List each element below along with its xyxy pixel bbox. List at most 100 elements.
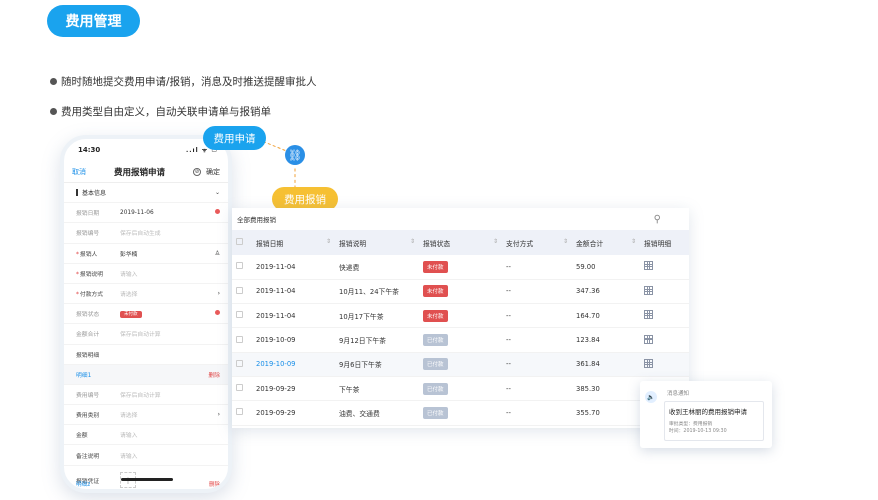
status-badge: 未付款 xyxy=(120,310,142,318)
col-header[interactable]: 报销状态 ⇕ xyxy=(419,230,502,255)
delete-detail-button[interactable]: 删除 xyxy=(208,370,220,379)
reimbursement-table-panel: 全部费用报销 ⚲ 报销日期 ⇕ 报销说明 ⇕ 报销状态 ⇕ 支付方式 ⇕ 金额合计 ⇕ 报… xyxy=(232,208,689,428)
cell-detail[interactable] xyxy=(640,255,689,280)
col-header[interactable]: 报销说明 ⇕ xyxy=(335,230,419,255)
notification-time: 时间：2019-10-13 09:30 xyxy=(669,429,727,434)
cell-detail[interactable] xyxy=(640,352,689,377)
field-reimburser[interactable]: *报销人 彭华楠 ♙ xyxy=(64,244,228,264)
sort-icon: ⇕ xyxy=(562,237,568,245)
cell-status: 已付款 xyxy=(419,352,502,377)
field-value: 请选择 xyxy=(120,292,138,299)
filter-label[interactable]: 全部费用报销 xyxy=(237,214,276,224)
field-label: 备注说明 xyxy=(76,453,100,460)
checkbox[interactable] xyxy=(236,311,243,319)
row-select-cell[interactable] xyxy=(232,279,252,305)
checkbox[interactable] xyxy=(236,384,243,392)
field-label: 费用编号 xyxy=(76,392,100,399)
required-dot-icon xyxy=(212,209,220,216)
cell-desc: 下午茶 xyxy=(335,376,419,402)
cell-detail[interactable] xyxy=(640,303,689,329)
col-header[interactable]: 报销日期 ⇕ xyxy=(252,230,335,255)
field-payment-method[interactable]: *付款方式 请选择 › xyxy=(64,284,228,305)
delete-detail-button[interactable]: 删除 xyxy=(209,480,220,488)
bullet-dot-icon xyxy=(50,78,57,85)
notification-card[interactable]: 🔈 消息通知 收到王林丽的费用报销申请 审批类型：费用报销 时间：2019-10… xyxy=(640,381,772,448)
cell-detail[interactable] xyxy=(640,279,689,305)
feature-text-2: 费用类型自由定义，自动关联申请单与报销单 xyxy=(61,106,271,118)
col-header[interactable]: 金额合计 ⇕ xyxy=(572,230,640,255)
chevron-down-icon: ⌄ xyxy=(214,189,220,197)
cell-detail[interactable] xyxy=(640,327,689,353)
person-icon[interactable]: ♙ xyxy=(212,250,220,257)
block-icon[interactable]: ⊘ xyxy=(192,167,201,176)
row-select-cell[interactable] xyxy=(232,327,252,353)
notification-message[interactable]: 收到王林丽的费用报销申请 审批类型：费用报销 时间：2019-10-13 09:… xyxy=(664,401,764,441)
table-row[interactable]: 2019-11-04 快递费 未付款 -- 59.00 xyxy=(232,255,689,280)
cell-desc: 油费、交通费 xyxy=(335,400,419,426)
row-select-cell[interactable] xyxy=(232,352,252,377)
table-grid-icon[interactable] xyxy=(644,261,653,271)
table-grid-icon[interactable] xyxy=(644,285,653,295)
table-grid-icon[interactable] xyxy=(644,358,653,368)
cancel-button[interactable]: 取消 xyxy=(72,167,86,177)
status-badge: 已付款 xyxy=(423,382,448,395)
table-row[interactable]: 2019-09-29 油费、交通费 已付款 -- 355.70 xyxy=(232,400,689,426)
detail-1-header: 明细1 删除 xyxy=(64,364,228,385)
cell-desc: 10月17下午茶 xyxy=(335,303,419,329)
field-value: 保存后自动生成 xyxy=(120,231,161,238)
notification-caption: 消息通知 xyxy=(667,391,690,397)
table-row[interactable]: 2019-10-09 9月12日下午茶 已付款 -- 123.84 xyxy=(232,327,689,353)
cell-desc: 9月12日下午茶 xyxy=(335,327,419,353)
field-reimburse-desc[interactable]: *报销说明 请输入 xyxy=(64,264,228,284)
field-expense-category[interactable]: 费用类别 请选择 › xyxy=(64,405,228,426)
reimbursement-table: 报销日期 ⇕ 报销说明 ⇕ 报销状态 ⇕ 支付方式 ⇕ 金额合计 ⇕ 报销明细 2019-… xyxy=(232,230,689,426)
row-select-cell[interactable] xyxy=(232,255,252,280)
field-amount-total: 金额合计 保存后自动计算 xyxy=(64,324,228,345)
cell-amount: 347.36 xyxy=(572,279,640,305)
cell-amount: 123.84 xyxy=(572,327,640,353)
field-label: 金额合计 xyxy=(76,332,100,339)
table-grid-icon[interactable] xyxy=(644,310,653,320)
field-label: *报销说明 xyxy=(76,271,104,278)
sort-icon: ⇕ xyxy=(492,237,498,245)
checkbox[interactable] xyxy=(236,408,243,416)
sort-icon: ⇕ xyxy=(409,237,415,245)
sort-icon: ⇕ xyxy=(325,237,331,245)
checkbox[interactable] xyxy=(236,359,243,367)
nav-right: ⊘ 确定 xyxy=(192,167,220,177)
checkbox[interactable] xyxy=(236,238,243,245)
table-row[interactable]: 2019-10-09 9月6日下午茶 已付款 -- 361.84 xyxy=(232,352,689,377)
table-grid-icon[interactable] xyxy=(644,334,653,344)
cell-date: 2019-09-29 xyxy=(252,376,335,402)
cell-amount: 355.70 xyxy=(572,400,640,426)
field-reimburse-status: 报销状态 未付款 xyxy=(64,304,228,325)
confirm-button[interactable]: 确定 xyxy=(206,167,220,177)
checkbox[interactable] xyxy=(236,335,243,343)
row-select-cell[interactable] xyxy=(232,303,252,329)
row-select-cell[interactable] xyxy=(232,400,252,426)
field-amount[interactable]: 金额 请输入 xyxy=(64,425,228,446)
cell-payment: -- xyxy=(502,255,572,280)
cell-date: 2019-11-04 xyxy=(252,303,335,329)
select-all-cell[interactable] xyxy=(232,230,252,255)
search-icon[interactable]: ⚲ xyxy=(654,214,661,225)
checkbox[interactable] xyxy=(236,286,243,294)
sort-icon: ⇕ xyxy=(630,237,636,245)
chevron-right-icon: › xyxy=(217,411,220,419)
table-row[interactable]: 2019-11-04 10月11、24下午茶 未付款 -- 347.36 xyxy=(232,279,689,305)
table-toolbar: 全部费用报销 ⚲ xyxy=(232,208,689,230)
field-value: 请输入 xyxy=(120,453,138,460)
form-title: 费用报销申请 xyxy=(113,167,165,178)
cell-status: 未付款 xyxy=(419,279,502,305)
page: 费用管理 随时随地提交费用申请/报销，消息及时推送提醒审批人 费用类型自由定义，… xyxy=(0,0,878,500)
expense-apply-bubble: 费用申请 xyxy=(203,126,266,150)
row-select-cell[interactable] xyxy=(232,376,252,402)
field-remark[interactable]: 备注说明 请输入 xyxy=(64,445,228,466)
col-header[interactable]: 支付方式 ⇕ xyxy=(502,230,572,255)
field-reimburse-date[interactable]: 报销日期 2019-11-06 xyxy=(64,203,228,224)
checkbox[interactable] xyxy=(236,262,243,270)
table-row[interactable]: 2019-11-04 10月17下午茶 未付款 -- 164.70 xyxy=(232,303,689,329)
table-row[interactable]: 2019-09-29 下午茶 已付款 -- 385.30 xyxy=(232,376,689,402)
basic-info-section[interactable]: 基本信息 ⌄ xyxy=(64,183,228,204)
table-header-row: 报销日期 ⇕ 报销说明 ⇕ 报销状态 ⇕ 支付方式 ⇕ 金额合计 ⇕ 报销明细 xyxy=(232,230,689,255)
